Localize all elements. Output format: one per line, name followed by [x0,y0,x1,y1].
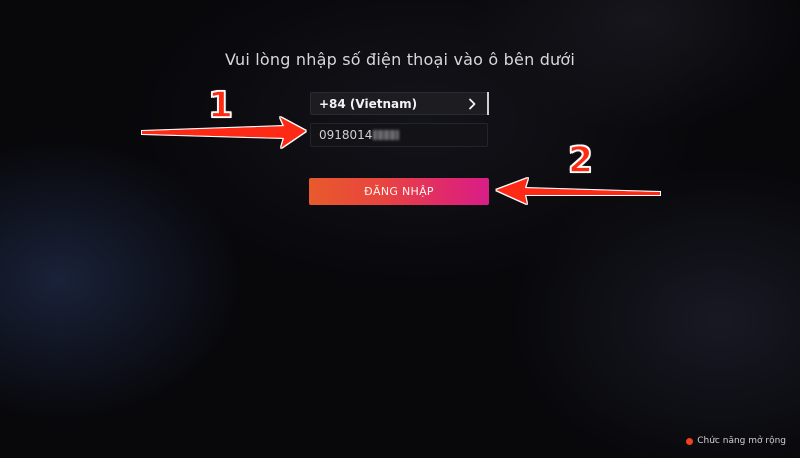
tv-login-screen: Vui lòng nhập số điện thoại vào ô bên dư… [0,0,800,458]
phone-number-value: 0918014 [319,128,373,142]
chevron-right-icon [465,97,479,111]
redacted-digits [373,130,400,140]
annotation-step-1: 1 [207,85,234,126]
annotation-step-2: 2 [567,140,594,181]
country-code-label: +84 (Vietnam) [319,96,418,111]
extended-functions-hint[interactable]: Chức năng mở rộng [686,436,786,446]
page-title: Vui lòng nhập số điện thoại vào ô bên dư… [224,50,576,69]
country-code-select[interactable]: +84 (Vietnam) [310,92,488,115]
extended-functions-label: Chức năng mở rộng [697,436,786,446]
phone-number-input[interactable]: 0918014 [310,123,488,147]
focus-indicator-bar [487,92,489,115]
login-button[interactable]: ĐĂNG NHẬP [309,178,489,205]
red-dot-icon [686,437,694,445]
arrow-2 [496,178,660,204]
